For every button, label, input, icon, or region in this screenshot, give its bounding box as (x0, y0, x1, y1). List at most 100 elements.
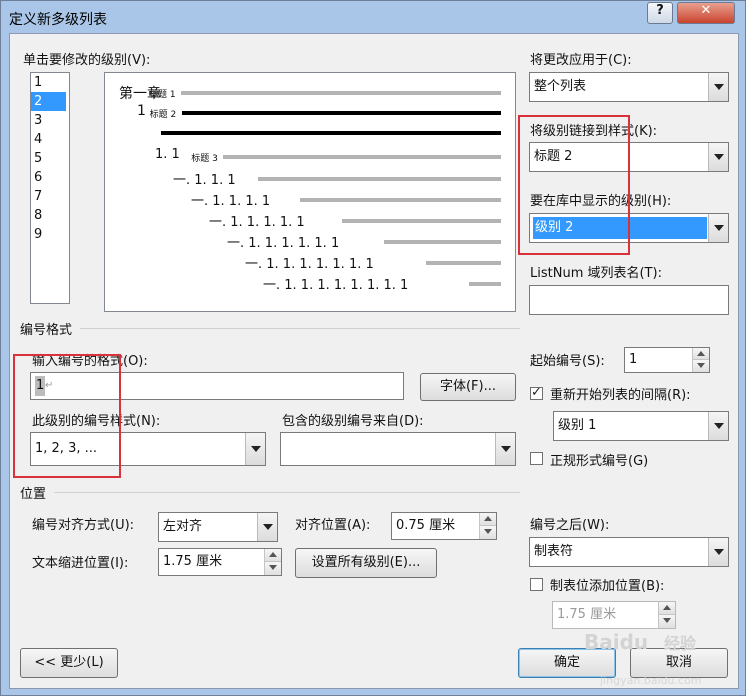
help-icon: ? (656, 3, 664, 18)
start-at-value: 1 (629, 352, 638, 367)
chevron-down-icon[interactable] (708, 143, 728, 171)
listnum-label: ListNum 域列表名(T): (530, 266, 662, 281)
chevron-down-icon[interactable] (495, 433, 515, 465)
highlight-box-format (13, 354, 121, 478)
level-item[interactable]: 8 (31, 206, 69, 225)
watermark-text: 经验 (664, 634, 697, 653)
highlight-box-link (518, 115, 630, 255)
align-at-input[interactable]: 0.75 厘米 (391, 512, 497, 540)
arrow-down-icon[interactable] (659, 615, 675, 628)
legal-checkbox[interactable] (530, 452, 543, 465)
tab-stop-checkbox[interactable] (530, 578, 543, 591)
tab-stop-value: 1.75 厘米 (557, 607, 617, 622)
set-all-levels-button[interactable]: 设置所有级别(E)... (295, 548, 437, 578)
start-at-spinner[interactable] (692, 348, 709, 372)
chevron-down-icon[interactable] (257, 513, 277, 541)
level-item[interactable]: 3 (31, 111, 69, 130)
preview-style: 标题 1 (149, 90, 176, 100)
dialog-title: 定义新多级列表 (9, 12, 107, 28)
levels-label: 单击要修改的级别(V): (23, 53, 151, 68)
list-preview: 第一章 标题 1 1 标题 2 1. 1 标题 3 一. 1. 1. 1 一. 1. 1. 1… (104, 72, 516, 312)
position-section: 位置 (20, 487, 47, 502)
preview-bar (384, 240, 501, 244)
level-item[interactable]: 7 (31, 187, 69, 206)
level-item[interactable]: 9 (31, 225, 69, 244)
apply-to-label: 将更改应用于(C): (530, 53, 632, 68)
level-item[interactable]: 2 (31, 92, 66, 111)
arrow-up-icon[interactable] (693, 348, 709, 360)
align-at-label: 对齐位置(A): (295, 518, 371, 533)
divider (54, 492, 520, 493)
preview-number: 一. 1. 1. 1. 1 (191, 194, 271, 209)
chevron-down-icon[interactable] (708, 214, 728, 242)
preview-bar (181, 91, 501, 95)
help-button[interactable]: ? (647, 2, 673, 24)
preview-bar (223, 155, 501, 159)
listnum-input[interactable] (529, 285, 729, 315)
close-button[interactable]: ✕ (677, 2, 735, 24)
arrow-up-icon[interactable] (659, 602, 675, 615)
level-item[interactable]: 4 (31, 130, 69, 149)
watermark-brand: Baidu (584, 630, 649, 654)
restart-level-select[interactable]: 级别 1 (553, 411, 729, 441)
level-item[interactable]: 6 (31, 168, 69, 187)
indent-input[interactable]: 1.75 厘米 (158, 548, 282, 576)
dialog-client: 单击要修改的级别(V): 123456789 第一章 标题 1 1 标题 2 1. 1标… (9, 33, 739, 689)
follow-select[interactable]: 制表符 (529, 537, 729, 567)
include-level-select[interactable] (280, 432, 516, 466)
start-at-input[interactable]: 1 (624, 347, 710, 373)
preview-number: 一. 1. 1. 1. 1. 1. 1 (227, 236, 340, 251)
restart-checkbox[interactable] (530, 385, 543, 400)
align-label: 编号对齐方式(U): (32, 518, 135, 533)
preview-bar (299, 198, 501, 202)
preview-bar (161, 131, 501, 135)
preview-number: 一. 1. 1. 1. 1. 1 (209, 215, 305, 230)
align-at-value: 0.75 厘米 (396, 518, 456, 533)
arrow-down-icon[interactable] (693, 360, 709, 372)
preview-bar (257, 177, 501, 181)
level-list[interactable]: 123456789 (30, 72, 70, 304)
tab-stop-spinner[interactable] (658, 602, 675, 628)
restart-level-value: 级别 1 (558, 418, 597, 433)
font-button[interactable]: 字体(F)... (420, 373, 516, 401)
align-at-spinner[interactable] (479, 513, 496, 539)
level-item[interactable]: 5 (31, 149, 69, 168)
level-item[interactable]: 1 (31, 73, 69, 92)
restart-label: 重新开始列表的间隔(R): (550, 388, 691, 403)
arrow-down-icon[interactable] (265, 562, 281, 575)
chevron-down-icon[interactable] (708, 538, 728, 566)
indent-value: 1.75 厘米 (163, 554, 223, 569)
preview-style: 标题 2 (149, 110, 177, 120)
preview-number: 一. 1. 1. 1 (173, 173, 236, 188)
tab-stop-label: 制表位添加位置(B): (550, 579, 665, 594)
legal-label: 正规形式编号(G) (550, 454, 649, 469)
dialog-window: 定义新多级列表 ? ✕ 单击要修改的级别(V): 123456789 第一章 标题… (0, 0, 746, 696)
chevron-down-icon[interactable] (708, 73, 728, 101)
number-format-section: 编号格式 (20, 323, 73, 338)
preview-style: 标题 3 (191, 154, 218, 164)
indent-spinner[interactable] (264, 549, 281, 575)
preview-number: 一. 1. 1. 1. 1. 1. 1. 1. 1 (263, 278, 409, 293)
follow-label: 编号之后(W): (530, 518, 610, 533)
preview-bar (426, 261, 501, 265)
arrow-down-icon[interactable] (480, 526, 496, 539)
align-select[interactable]: 左对齐 (158, 512, 278, 542)
arrow-up-icon[interactable] (480, 513, 496, 526)
watermark-url: jingyan.baidu.com (600, 674, 702, 687)
less-button[interactable]: << 更少(L) (20, 648, 118, 678)
preview-number: 一. 1. 1. 1. 1. 1. 1. 1 (245, 257, 374, 272)
tab-stop-input[interactable]: 1.75 厘米 (552, 601, 676, 629)
preview-number: 1 (137, 103, 146, 119)
chevron-down-icon[interactable] (245, 433, 265, 465)
preview-number: 1. 1 (155, 147, 180, 162)
apply-to-select[interactable]: 整个列表 (529, 72, 729, 102)
follow-value: 制表符 (534, 544, 574, 559)
chevron-down-icon[interactable] (708, 412, 728, 440)
preview-bar (341, 219, 501, 223)
include-level-label: 包含的级别编号来自(D): (282, 414, 424, 429)
apply-to-value: 整个列表 (534, 79, 587, 94)
divider (80, 328, 520, 329)
align-value: 左对齐 (163, 519, 203, 534)
arrow-up-icon[interactable] (265, 549, 281, 562)
close-icon: ✕ (700, 3, 712, 18)
